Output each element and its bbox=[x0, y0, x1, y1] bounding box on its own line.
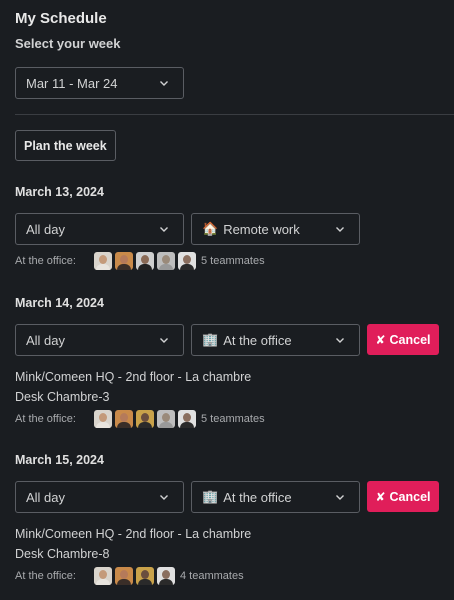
time-select-value: All day bbox=[26, 332, 66, 348]
avatar[interactable] bbox=[157, 567, 175, 585]
time-select[interactable]: All day bbox=[15, 324, 184, 356]
avatar[interactable] bbox=[157, 252, 175, 270]
office-teammates: At the office: 4 teammates bbox=[15, 566, 439, 586]
office-label: At the office: bbox=[15, 255, 76, 267]
location-select-value: At the office bbox=[223, 332, 292, 348]
avatar[interactable] bbox=[136, 252, 154, 270]
cancel-label: Cancel bbox=[389, 332, 431, 347]
day-card: March 15, 2024 All day 🏢 At the office ✘… bbox=[15, 452, 439, 586]
chevron-down-icon bbox=[160, 338, 168, 343]
day-card: March 13, 2024 All day 🏠 Remote work At … bbox=[15, 184, 439, 271]
avatar[interactable] bbox=[94, 252, 112, 270]
cancel-label: Cancel bbox=[389, 489, 431, 504]
time-select-value: All day bbox=[26, 489, 66, 505]
office-teammates: At the office: 5 teammates bbox=[15, 251, 439, 271]
avatar[interactable] bbox=[178, 252, 196, 270]
teammates-count[interactable]: 4 teammates bbox=[180, 570, 244, 582]
office-building-icon: 🏢 bbox=[202, 332, 219, 347]
chevron-down-icon bbox=[160, 495, 168, 500]
teammates-count[interactable]: 5 teammates bbox=[201, 255, 265, 267]
chevron-down-icon bbox=[336, 227, 344, 232]
day-date: March 15, 2024 bbox=[15, 453, 104, 467]
time-select[interactable]: All day bbox=[15, 481, 184, 513]
place-name: Mink/Comeen HQ - 2nd floor - La chambre bbox=[15, 527, 252, 541]
chevron-down-icon bbox=[336, 495, 344, 500]
office-label: At the office: bbox=[15, 413, 76, 425]
avatar[interactable] bbox=[136, 567, 154, 585]
close-icon: ✘ bbox=[375, 489, 386, 504]
plan-week-button[interactable]: Plan the week bbox=[15, 130, 116, 161]
house-icon: 🏠 bbox=[202, 221, 219, 236]
day-card: March 14, 2024 All day 🏢 At the office ✘… bbox=[15, 295, 439, 429]
avatar[interactable] bbox=[115, 252, 133, 270]
avatar-group[interactable] bbox=[94, 252, 199, 270]
place-name: Mink/Comeen HQ - 2nd floor - La chambre bbox=[15, 370, 252, 384]
teammates-count[interactable]: 5 teammates bbox=[201, 413, 265, 425]
location-select-value: Remote work bbox=[223, 221, 300, 237]
time-select[interactable]: All day bbox=[15, 213, 184, 245]
office-label: At the office: bbox=[15, 570, 76, 582]
time-select-value: All day bbox=[26, 221, 66, 237]
location-select[interactable]: 🏢 At the office bbox=[191, 324, 360, 356]
page-title: My Schedule bbox=[15, 10, 107, 27]
avatar[interactable] bbox=[115, 410, 133, 428]
chevron-down-icon bbox=[160, 81, 168, 86]
office-teammates: At the office: 5 teammates bbox=[15, 409, 439, 429]
week-select[interactable]: Mar 11 - Mar 24 bbox=[15, 67, 184, 99]
week-select-value: Mar 11 - Mar 24 bbox=[26, 75, 118, 91]
avatar[interactable] bbox=[136, 410, 154, 428]
close-icon: ✘ bbox=[375, 332, 386, 347]
location-select[interactable]: 🏠 Remote work bbox=[191, 213, 360, 245]
avatar-group[interactable] bbox=[94, 567, 178, 585]
desk-name: Desk Chambre-8 bbox=[15, 547, 110, 561]
avatar[interactable] bbox=[115, 567, 133, 585]
avatar[interactable] bbox=[94, 410, 112, 428]
avatar-group[interactable] bbox=[94, 410, 199, 428]
day-date: March 13, 2024 bbox=[15, 185, 104, 199]
chevron-down-icon bbox=[160, 227, 168, 232]
divider bbox=[15, 114, 454, 115]
location-select[interactable]: 🏢 At the office bbox=[191, 481, 360, 513]
avatar[interactable] bbox=[157, 410, 175, 428]
office-building-icon: 🏢 bbox=[202, 489, 219, 504]
week-label: Select your week bbox=[15, 36, 121, 51]
chevron-down-icon bbox=[336, 338, 344, 343]
desk-name: Desk Chambre-3 bbox=[15, 390, 110, 404]
location-select-value: At the office bbox=[223, 489, 292, 505]
avatar[interactable] bbox=[94, 567, 112, 585]
cancel-button[interactable]: ✘ Cancel bbox=[367, 324, 439, 355]
avatar[interactable] bbox=[178, 410, 196, 428]
day-date: March 14, 2024 bbox=[15, 296, 104, 310]
cancel-button[interactable]: ✘ Cancel bbox=[367, 481, 439, 512]
